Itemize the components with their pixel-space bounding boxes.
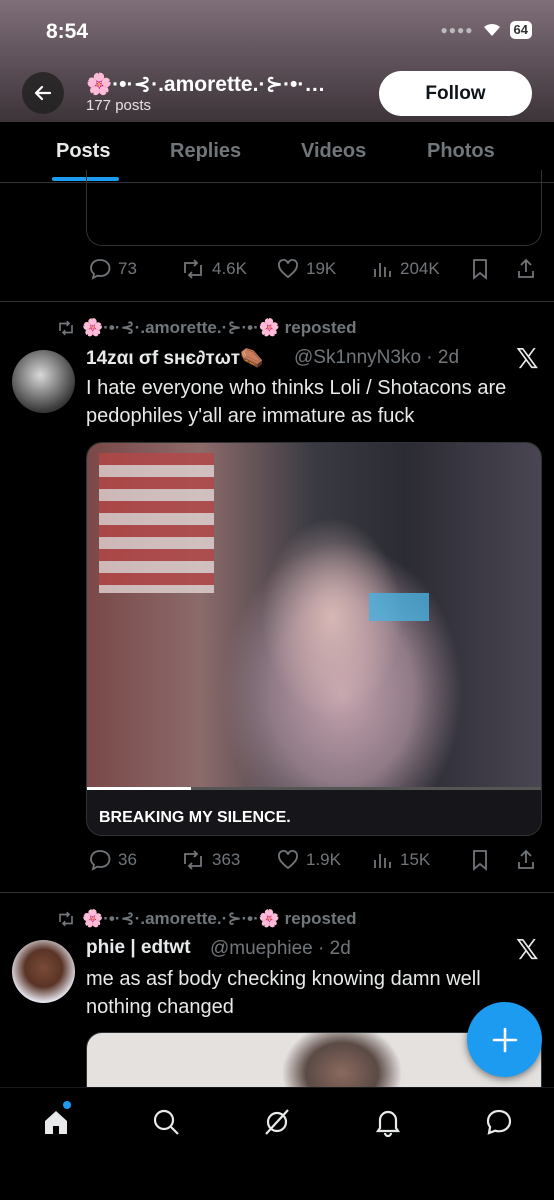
flag-poster	[99, 453, 214, 593]
post-author[interactable]: phie | edtwt	[86, 937, 191, 959]
speech-bubble-icon	[90, 259, 111, 280]
reply-button[interactable]: 36	[88, 848, 137, 872]
post-author[interactable]: 14zαι σf ѕнє∂тωт⚰️	[86, 346, 264, 370]
video-frame	[87, 443, 541, 787]
plus-icon	[492, 1027, 517, 1052]
tab-posts[interactable]: Posts	[56, 140, 110, 163]
avatar[interactable]	[12, 940, 75, 1003]
share-button[interactable]	[515, 848, 537, 872]
monitor-glow	[369, 593, 429, 621]
bar-chart-icon	[374, 854, 391, 868]
status-time: 8:54	[46, 20, 89, 43]
nav-grok[interactable]	[260, 1105, 294, 1139]
post-handle[interactable]: @Sk1nnyN3ko · 2d	[294, 347, 459, 369]
bell-icon	[375, 1110, 401, 1137]
tab-videos[interactable]: Videos	[301, 140, 366, 163]
repost-icon	[59, 320, 73, 336]
nav-search[interactable]	[149, 1105, 183, 1139]
profile-header: 8:54 ●●●● 64 🌸·•·⊰·.amorette.·⊱·•·… 177 …	[0, 0, 554, 122]
repost-label: 🌸·•·⊰·.amorette.·⊱·•·🌸 reposted	[82, 318, 357, 337]
post-actions: 36 363 1.9K 15K	[88, 848, 544, 876]
follow-button[interactable]: Follow	[379, 71, 532, 116]
arrow-left-icon	[34, 85, 52, 101]
post-text: me as asf body checking knowing damn wel…	[86, 968, 481, 1018]
share-button[interactable]	[515, 257, 537, 281]
bookmark-button[interactable]	[469, 848, 491, 872]
post-count: 177 posts	[86, 97, 152, 114]
tab-photos[interactable]: Photos	[427, 140, 495, 163]
search-icon	[153, 1109, 179, 1135]
video-progress[interactable]	[87, 787, 191, 790]
nav-notifications[interactable]	[371, 1105, 405, 1139]
share-icon	[518, 258, 534, 278]
post-media[interactable]	[86, 170, 542, 246]
notification-dot	[63, 1101, 71, 1109]
like-button[interactable]: 1.9K	[276, 848, 341, 872]
bookmark-icon	[473, 259, 487, 280]
nav-home[interactable]	[39, 1101, 73, 1139]
repost-button[interactable]: 363	[180, 848, 240, 872]
repost-icon	[184, 259, 202, 279]
repost-icon	[184, 850, 202, 870]
repost-label: 🌸·•·⊰·.amorette.·⊱·•·🌸 reposted	[82, 909, 357, 928]
grok-icon	[265, 1109, 289, 1135]
x-logo-icon: 𝕏	[516, 343, 539, 374]
post-handle[interactable]: @muephiee · 2d	[210, 938, 351, 960]
repost-indicator: 🌸·•·⊰·.amorette.·⊱·•·🌸 reposted	[56, 909, 356, 929]
repost-button[interactable]: 4.6K	[180, 257, 247, 281]
views-button[interactable]: 15K	[372, 848, 430, 872]
post-divider	[0, 892, 554, 893]
compose-button[interactable]	[467, 1002, 542, 1077]
back-button[interactable]	[22, 72, 64, 114]
post-actions: 73 4.6K 19K 204K	[88, 257, 544, 285]
profile-name: 🌸·•·⊰·.amorette.·⊱·•·…	[86, 73, 326, 96]
bookmark-button[interactable]	[469, 257, 491, 281]
battery-icon: 64	[509, 21, 532, 39]
heart-icon	[278, 850, 298, 870]
tab-replies[interactable]: Replies	[170, 140, 241, 163]
post-text: I hate everyone who thinks Loli / Shotac…	[86, 377, 507, 427]
views-button[interactable]: 204K	[372, 257, 440, 281]
bottom-nav	[0, 1087, 554, 1200]
like-button[interactable]: 19K	[276, 257, 336, 281]
message-icon	[486, 1109, 512, 1135]
reply-button[interactable]: 73	[88, 257, 137, 281]
bar-chart-icon	[374, 263, 391, 277]
repost-indicator: 🌸·•·⊰·.amorette.·⊱·•·🌸 reposted	[56, 318, 356, 338]
signal-icon: ●●●●	[440, 23, 474, 37]
heart-icon	[278, 259, 298, 279]
wifi-icon	[483, 23, 500, 36]
video-caption: BREAKING MY SILENCE.	[99, 809, 291, 826]
nav-messages[interactable]	[482, 1105, 516, 1139]
home-icon	[45, 1111, 67, 1134]
bookmark-icon	[473, 850, 487, 871]
post-divider	[0, 301, 554, 302]
speech-bubble-icon	[90, 850, 111, 871]
x-logo-icon: 𝕏	[516, 934, 539, 965]
avatar[interactable]	[12, 350, 75, 413]
repost-icon	[59, 911, 73, 927]
share-icon	[518, 849, 534, 869]
post-video[interactable]: BREAKING MY SILENCE.	[86, 442, 542, 836]
status-icons: ●●●● 64	[441, 21, 532, 39]
